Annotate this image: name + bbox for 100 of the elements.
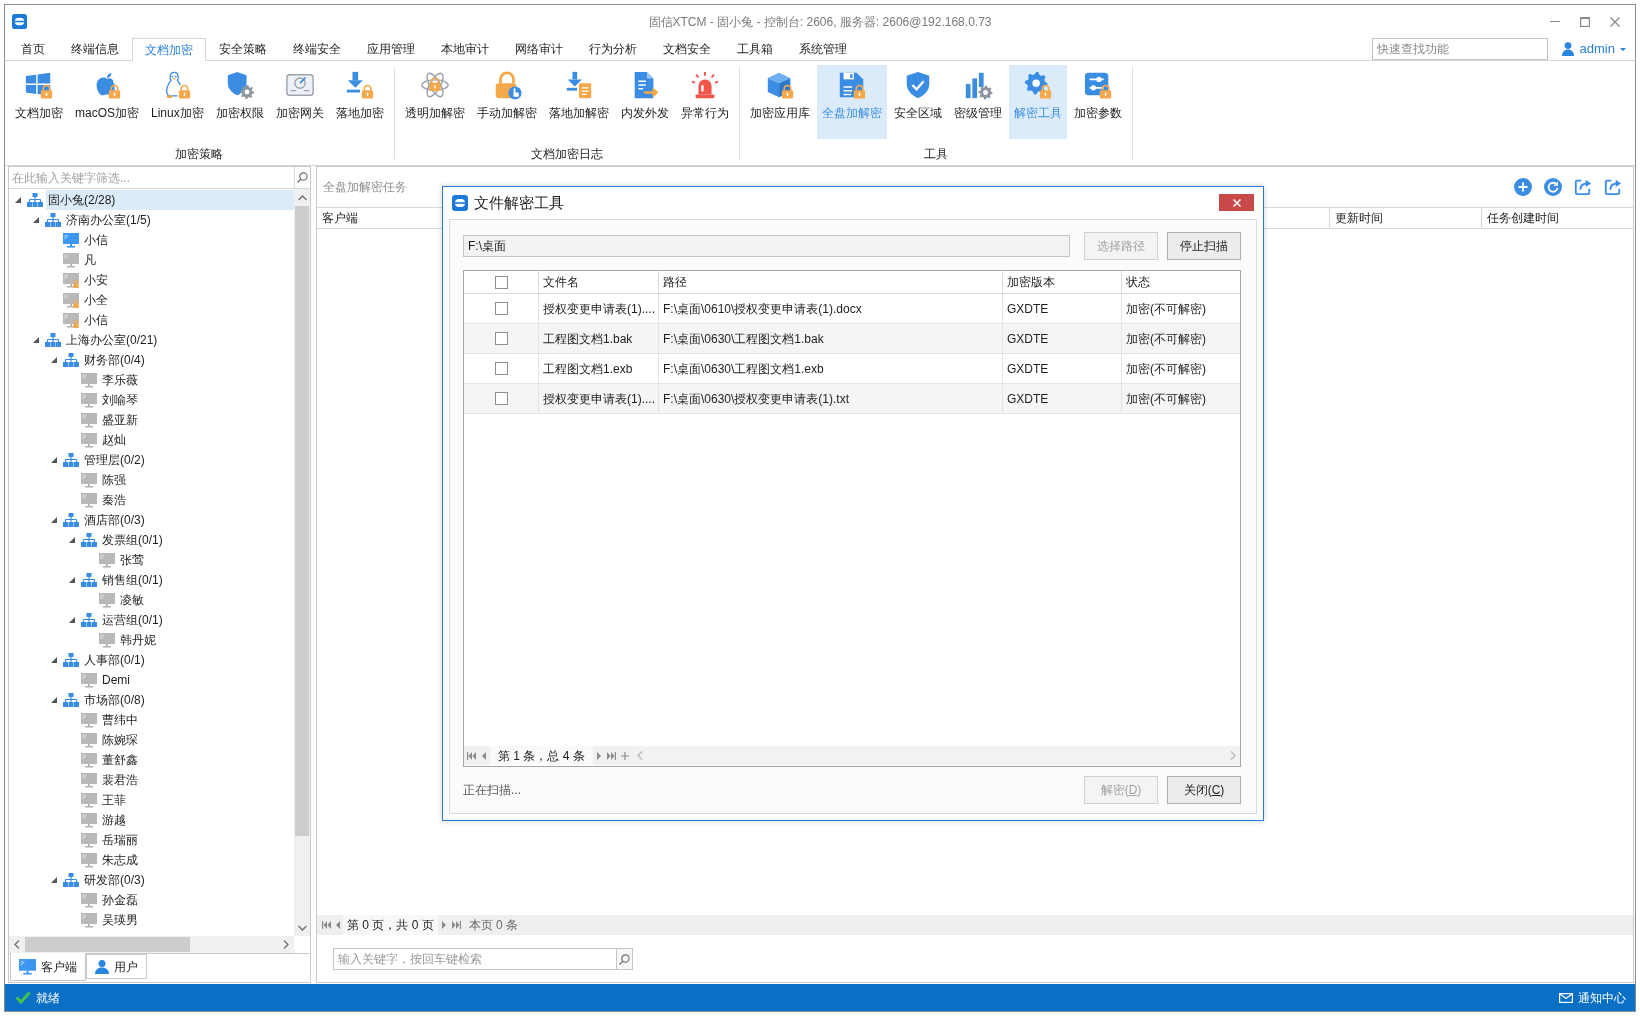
ribbon-button[interactable]: 加密参数 — [1068, 65, 1127, 139]
tree-item[interactable]: 陈强 — [100, 471, 128, 489]
expanded-arrow-icon[interactable] — [51, 697, 57, 703]
tree-item[interactable]: 上海办公室(0/21) — [64, 331, 160, 349]
expanded-arrow-icon[interactable] — [33, 217, 39, 223]
checkbox[interactable] — [494, 302, 508, 315]
expanded-arrow-icon[interactable] — [69, 577, 75, 583]
horizontal-scrollbar[interactable] — [9, 936, 294, 953]
menu-tab[interactable]: 首页 — [8, 38, 58, 60]
dialog-button[interactable]: 关闭(C) — [1167, 776, 1241, 804]
expanded-arrow-icon[interactable] — [69, 537, 75, 543]
tree-item[interactable]: 陈婉琛 — [100, 731, 140, 749]
menu-tab[interactable]: 应用管理 — [354, 38, 428, 60]
maximize-icon[interactable] — [1580, 16, 1590, 27]
previous-page-icon[interactable] — [482, 751, 486, 760]
ribbon-button[interactable]: 密级管理 — [948, 65, 1007, 139]
menu-tab[interactable]: 行为分析 — [576, 38, 650, 60]
sidebar-tab[interactable]: 客户端 — [10, 953, 86, 981]
expanded-arrow-icon[interactable] — [51, 657, 57, 663]
tree-item[interactable]: 张莺 — [118, 551, 146, 569]
tree-item[interactable]: 朱志成 — [100, 851, 140, 869]
search-button[interactable] — [294, 167, 310, 188]
first-page-icon[interactable] — [321, 921, 331, 929]
next-page-icon[interactable] — [441, 921, 446, 929]
menu-tab[interactable]: 工具箱 — [724, 38, 786, 60]
tree-item[interactable]: 管理层(0/2) — [82, 451, 147, 469]
ribbon-button[interactable]: 加密网关 — [270, 65, 329, 139]
close-icon[interactable] — [1610, 16, 1620, 27]
caret-down-icon[interactable] — [1620, 47, 1626, 51]
next-page-icon[interactable] — [596, 751, 601, 760]
ribbon-button[interactable]: 内发外发 — [615, 65, 674, 139]
search-icon[interactable] — [297, 172, 308, 183]
mail-icon[interactable] — [1559, 992, 1573, 1003]
tree-item[interactable]: 市场部(0/8) — [82, 691, 147, 709]
previous-page-icon[interactable] — [336, 921, 340, 929]
export-icon[interactable] — [1574, 178, 1592, 196]
export-icon[interactable] — [1604, 178, 1622, 196]
column-header[interactable]: 文件名 — [538, 271, 658, 293]
tree-item[interactable]: 凌敏 — [118, 591, 146, 609]
tree-item[interactable]: 运营组(0/1) — [100, 611, 165, 629]
checkbox[interactable] — [494, 275, 508, 289]
checkbox[interactable] — [494, 332, 508, 345]
tree-item[interactable]: 小信 — [82, 311, 110, 329]
tree-item[interactable]: 游越 — [100, 811, 128, 829]
column-header[interactable]: 任务创建时间 — [1481, 208, 1633, 228]
ribbon-button[interactable]: 落地加密 — [330, 65, 389, 139]
minimize-icon[interactable] — [1550, 20, 1560, 23]
tree-item[interactable]: 秦浩 — [100, 491, 128, 509]
tree-item[interactable]: 固小兔(2/28) — [46, 190, 294, 210]
expanded-arrow-icon[interactable] — [15, 197, 21, 203]
menu-tab[interactable]: 终端安全 — [280, 38, 354, 60]
scrollbar-thumb[interactable] — [25, 937, 190, 952]
tree-item[interactable]: 曹纬中 — [100, 711, 140, 729]
add-icon[interactable] — [620, 751, 629, 760]
tree-item[interactable]: 王菲 — [100, 791, 128, 809]
close-button[interactable] — [1219, 194, 1254, 211]
ribbon-button[interactable]: 透明加解密 — [399, 65, 470, 139]
scroll-down-icon[interactable] — [297, 924, 307, 931]
tree-item[interactable]: Demi — [100, 671, 132, 689]
refresh-icon[interactable] — [1544, 178, 1562, 196]
ribbon-button[interactable]: macOS加密 — [70, 65, 144, 139]
column-header[interactable]: 客户端 — [317, 208, 437, 228]
tree-item[interactable]: 小信 — [82, 231, 110, 249]
tree-item[interactable]: 裴君浩 — [100, 771, 140, 789]
vertical-scrollbar[interactable] — [294, 189, 310, 936]
scroll-left-icon[interactable] — [14, 940, 20, 949]
tree-item[interactable]: 董舒鑫 — [100, 751, 140, 769]
expanded-arrow-icon[interactable] — [69, 617, 75, 623]
notification-center-link[interactable]: 通知中心 — [1578, 988, 1626, 1007]
path-field[interactable]: F:\桌面 — [463, 235, 1070, 257]
expanded-arrow-icon[interactable] — [51, 457, 57, 463]
tree-item[interactable]: 赵灿 — [100, 431, 128, 449]
scrollbar-thumb[interactable] — [295, 206, 309, 836]
user-icon[interactable] — [1561, 42, 1574, 56]
tree-item[interactable]: 济南办公室(1/5) — [64, 211, 153, 229]
checkbox[interactable] — [494, 392, 508, 405]
tree-item[interactable]: 孙金磊 — [100, 891, 140, 909]
search-button[interactable] — [616, 948, 633, 970]
tree-item[interactable]: 韩丹妮 — [118, 631, 158, 649]
column-header[interactable]: 加密版本 — [1002, 271, 1121, 293]
menu-tab[interactable]: 安全策略 — [206, 38, 280, 60]
tree-item[interactable]: 岳瑞丽 — [100, 831, 140, 849]
ribbon-button[interactable]: 安全区域 — [888, 65, 947, 139]
search-icon[interactable] — [619, 953, 630, 965]
sidebar-tab[interactable]: 用户 — [86, 954, 147, 979]
ribbon-button[interactable]: 手动加解密 — [471, 65, 542, 139]
menu-tab[interactable]: 本地审计 — [428, 38, 502, 60]
last-page-icon[interactable] — [452, 921, 462, 929]
menu-tab[interactable]: 终端信息 — [58, 38, 132, 60]
column-header[interactable]: 状态 — [1121, 271, 1240, 293]
checkbox[interactable] — [494, 362, 508, 375]
ribbon-button[interactable]: 加密权限 — [210, 65, 269, 139]
tree-item[interactable]: 酒店部(0/3) — [82, 511, 147, 529]
tree-item[interactable]: 凡 — [82, 251, 98, 269]
tree-item[interactable]: 人事部(0/1) — [82, 651, 147, 669]
expanded-arrow-icon[interactable] — [51, 357, 57, 363]
ribbon-button[interactable]: 异常行为 — [675, 65, 734, 139]
tree-item[interactable]: 小安 — [82, 271, 110, 289]
ribbon-button[interactable]: 加密应用库 — [744, 65, 815, 139]
column-header[interactable]: 更新时间 — [1329, 208, 1481, 228]
